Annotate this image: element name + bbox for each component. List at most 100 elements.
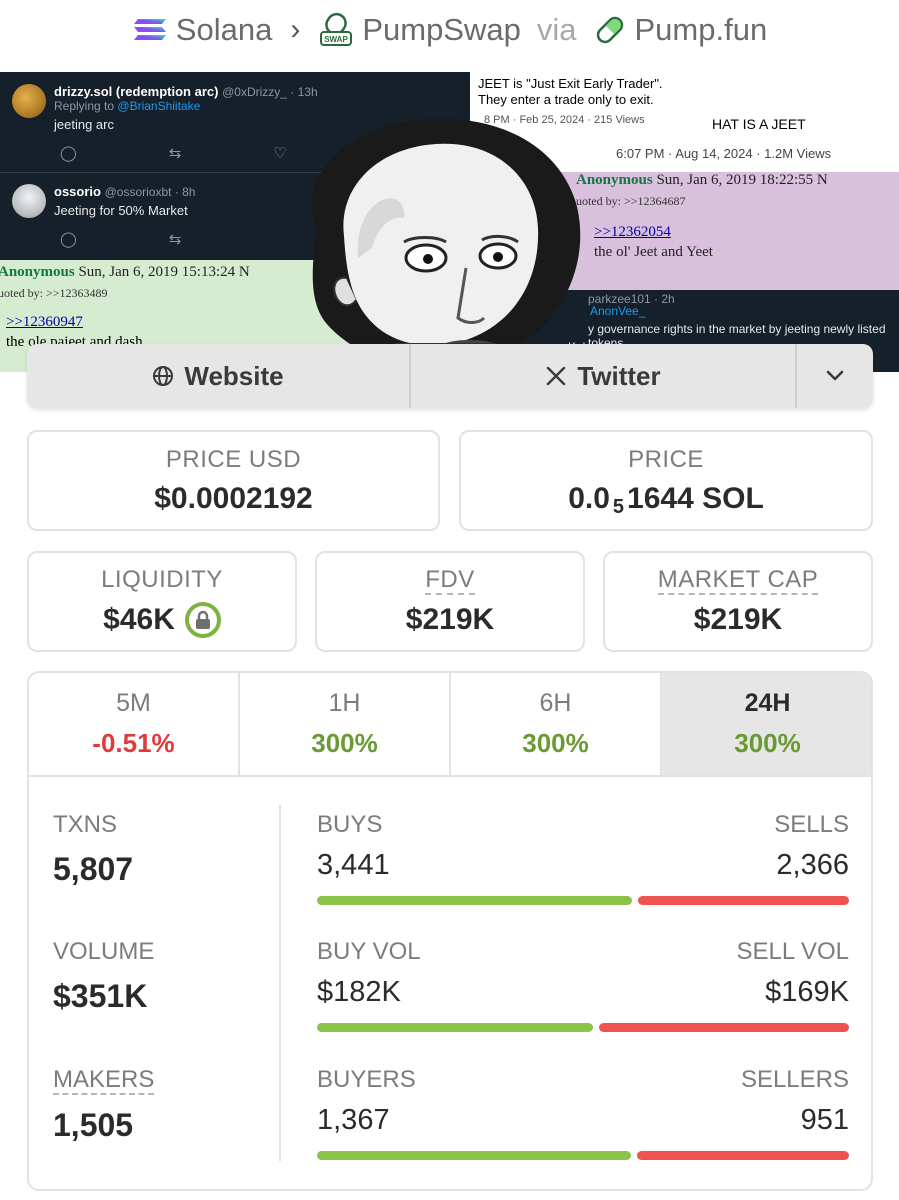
chan-date: Sun, Jan 6, 2019 18:22:55 N	[656, 172, 828, 188]
website-label: Website	[184, 360, 284, 391]
retweet-icon: ⇆	[168, 145, 182, 162]
price-native-value: 0.0 5 1644 SOL	[568, 481, 764, 519]
reply-icon: ◯	[60, 145, 77, 162]
token-banner-image: drizzy.sol (redemption arc) @0xDrizzy_ ·…	[0, 72, 899, 372]
globe-icon	[153, 366, 174, 386]
tweet-reply-label: Replying to	[54, 99, 115, 113]
solana-icon	[133, 19, 166, 40]
txns-label: TXNS	[53, 811, 118, 838]
buyers-value: 1,367	[317, 1104, 390, 1136]
market-cap-value: $219K	[693, 603, 783, 636]
liquidity-card: LIQUIDITY $46K	[27, 551, 297, 652]
buyers-label: BUYERS	[317, 1066, 416, 1093]
breadcrumb-chain-label: Solana	[175, 12, 273, 47]
chan-ref: >>12362054	[594, 224, 671, 240]
tweet-reply-to: @BrianShiitake	[117, 99, 201, 113]
reply-icon: ◯	[60, 231, 77, 248]
txns-value: 5,807	[53, 851, 134, 887]
tab-change: 300%	[311, 728, 378, 758]
stats-divider	[279, 805, 281, 1161]
price-native-unit: SOL	[702, 481, 764, 515]
buy-bar	[317, 1151, 631, 1160]
chan-ref: >>12360947	[6, 314, 83, 330]
tab-change: -0.51%	[92, 728, 175, 758]
chevron-down-icon	[826, 370, 844, 381]
tab-label: 5M	[116, 689, 151, 717]
tweet-title: HAT IS A JEET	[712, 116, 806, 132]
breadcrumb-launchpad[interactable]: Pump.fun	[593, 12, 768, 48]
price-native-digits: 1644	[627, 481, 694, 515]
tab-change: 300%	[522, 728, 589, 758]
price-usd-label: PRICE USD	[165, 445, 302, 473]
breadcrumb-launchpad-label: Pump.fun	[634, 12, 768, 47]
buys-label: BUYS	[317, 811, 383, 838]
price-usd-card: PRICE USD $0.0002192	[27, 430, 440, 531]
tab-label: 24H	[744, 689, 791, 717]
chevron-right-icon: ›	[290, 13, 301, 46]
liquidity-value: $46K	[103, 602, 175, 636]
market-cap-label[interactable]: MARKET CAP	[657, 566, 819, 595]
price-native-card: PRICE 0.0 5 1644 SOL	[459, 430, 873, 531]
chan-date: Sun, Jan 6, 2019 15:13:24 N	[78, 264, 250, 280]
pumpswap-icon: SWAP	[320, 12, 353, 46]
breadcrumb: Solana › SWAP PumpSwap via Pump.fun	[0, 8, 899, 52]
tab-24h[interactable]: 24H 300%	[662, 673, 871, 775]
sell-bar	[636, 1151, 849, 1160]
tab-label: 1H	[328, 689, 361, 717]
makers-label[interactable]: MAKERS	[53, 1066, 155, 1095]
tweet-text: Jeeting for 50% Market	[54, 203, 188, 218]
tweet-actions: ◯ ⇆	[60, 230, 181, 248]
twitter-button[interactable]: Twitter	[411, 344, 797, 408]
avatar	[12, 84, 46, 118]
meme-face-image	[311, 118, 581, 372]
twitter-label: Twitter	[577, 360, 661, 391]
sell-vol-label: SELL VOL	[736, 938, 849, 965]
price-native-zero-count: 5	[612, 496, 625, 518]
sellers-label: SELLERS	[740, 1066, 849, 1093]
buy-bar	[317, 1023, 594, 1032]
buy-sell-volume-stat: BUY VOL SELL VOL $182K $169K	[317, 938, 849, 1032]
buy-vol-value: $182K	[317, 976, 401, 1008]
chan-quoted: uoted by: >>12363489	[0, 286, 108, 300]
buy-bar	[317, 896, 633, 905]
tab-5m[interactable]: 5M -0.51%	[29, 673, 240, 775]
fdv-label[interactable]: FDV	[425, 566, 475, 595]
lock-icon[interactable]	[184, 601, 221, 638]
market-cap-card: MARKET CAP $219K	[603, 551, 873, 652]
links-bar: Website Twitter	[27, 344, 873, 408]
price-native-prefix: 0.0	[568, 481, 610, 515]
buyers-ratio-bar	[317, 1151, 849, 1160]
volume-ratio-bar	[317, 1023, 849, 1032]
tweet-meta: 6:07 PM · Aug 14, 2024 · 1.2M Views	[616, 146, 832, 161]
buyers-sellers-stat: BUYERS SELLERS 1,367 951	[317, 1066, 849, 1160]
website-button[interactable]: Website	[27, 344, 411, 408]
timeframe-stats-panel: 5M -0.51% 1H 300% 6H 300% 24H 300% TXNS …	[27, 671, 873, 1191]
volume-label: VOLUME	[53, 938, 155, 965]
chan-text: the ol' Jeet and Yeet	[594, 244, 713, 260]
sell-bar	[599, 1023, 849, 1032]
volume-stat: VOLUME $351K	[53, 938, 154, 1015]
tweet-handle: @0xDrizzy_ · 13h	[222, 85, 318, 99]
svg-text:SWAP: SWAP	[325, 35, 349, 44]
makers-stat: MAKERS 1,505	[53, 1066, 155, 1144]
fdv-card: FDV $219K	[315, 551, 585, 652]
more-links-dropdown[interactable]	[797, 344, 873, 408]
like-icon: ♡	[273, 145, 287, 162]
tweet-text: They enter a trade only to exit.	[478, 92, 654, 107]
tab-6h[interactable]: 6H 300%	[451, 673, 662, 775]
tweet-handle: @ossorioxbt · 8h	[104, 185, 196, 199]
volume-value: $351K	[53, 978, 148, 1014]
tweet-author: ossorio	[54, 184, 101, 199]
sellers-value: 951	[800, 1104, 849, 1136]
breadcrumb-dex[interactable]: SWAP PumpSwap	[318, 12, 521, 48]
buys-value: 3,441	[317, 849, 390, 881]
tab-change: 300%	[734, 728, 801, 758]
x-logo-icon	[547, 366, 566, 386]
tab-label: 6H	[539, 689, 572, 717]
avatar	[12, 184, 46, 218]
chan-author: Anonymous	[0, 264, 75, 280]
tweet-reply-to: AnonVee_	[590, 304, 646, 318]
tab-1h[interactable]: 1H 300%	[240, 673, 451, 775]
liquidity-value-row: $46K	[103, 601, 221, 638]
breadcrumb-chain[interactable]: Solana	[132, 12, 273, 48]
